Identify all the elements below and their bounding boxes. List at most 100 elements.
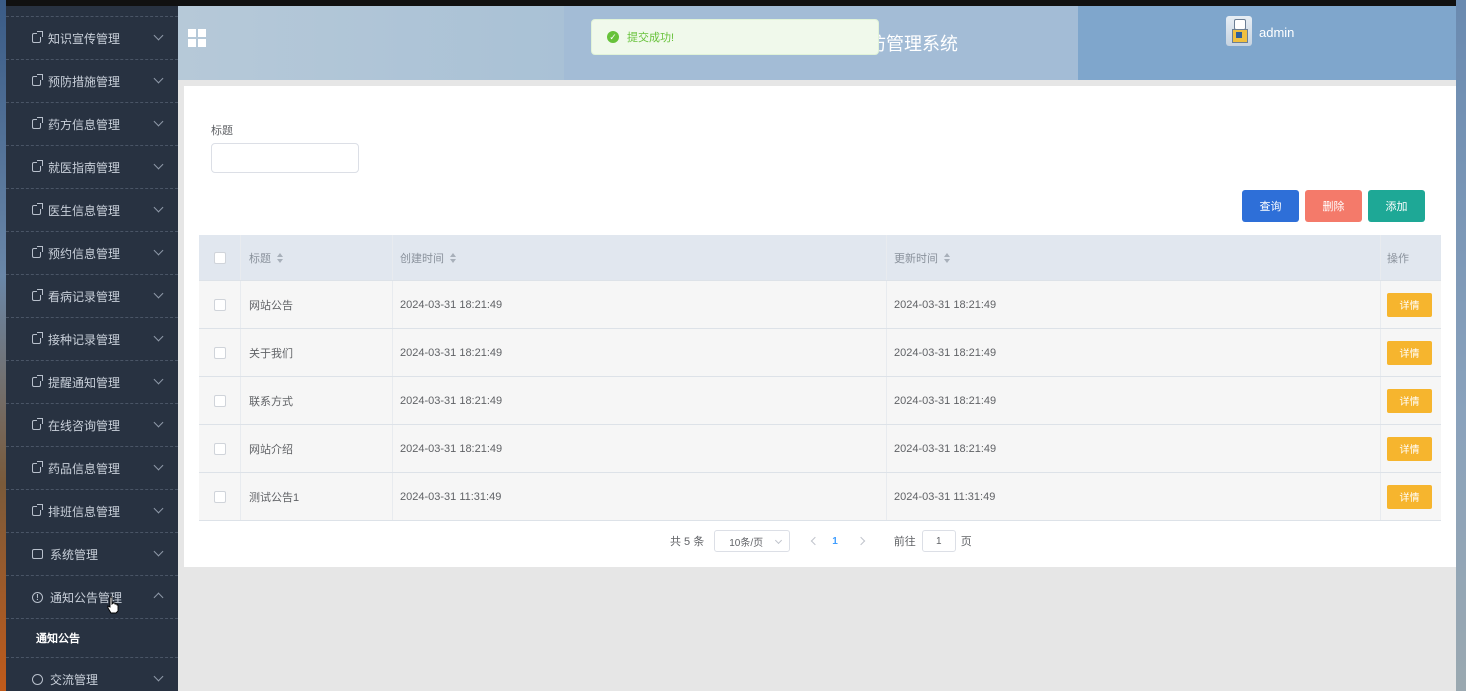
row-created: 2024-03-31 18:21:49	[393, 377, 887, 424]
header-ops: 操作	[1387, 252, 1409, 265]
sidebar-item-10[interactable]: 药品信息管理	[6, 447, 178, 490]
sidebar-item-14[interactable]: 交流管理	[6, 658, 178, 691]
row-checkbox-cell	[199, 473, 241, 520]
row-checkbox-cell	[199, 377, 241, 424]
row-checkbox[interactable]	[213, 442, 226, 455]
sidebar-item-0[interactable]: 知识宣传管理	[6, 16, 178, 60]
sidebar-item-12[interactable]: 系统管理	[6, 533, 178, 576]
sort-icon[interactable]	[277, 252, 284, 263]
header-title[interactable]: 标题	[241, 235, 393, 280]
row-updated: 2024-03-31 18:21:49	[887, 425, 1381, 472]
detail-button[interactable]: 详情	[1387, 484, 1432, 509]
row-checkbox[interactable]	[213, 490, 226, 503]
table-row: 网站介绍 2024-03-31 18:21:49 2024-03-31 18:21:…	[199, 425, 1441, 473]
sidebar-item-label: 看病记录管理	[48, 289, 121, 304]
sidebar-item-7[interactable]: 接种记录管理	[6, 318, 178, 361]
sidebar-item-label: 在线咨询管理	[48, 418, 121, 433]
hand-cursor-icon	[107, 596, 119, 614]
sidebar-item-2[interactable]: 药方信息管理	[6, 103, 178, 146]
sidebar-item-6[interactable]: 看病记录管理	[6, 275, 178, 318]
sort-icon[interactable]	[450, 252, 457, 263]
header-created[interactable]: 创建时间	[393, 235, 887, 280]
row-ops: 详情	[1381, 329, 1441, 376]
row-created: 2024-03-31 18:21:49	[393, 281, 887, 328]
row-title: 联系方式	[241, 377, 393, 424]
add-button[interactable]: 添加	[1368, 190, 1425, 222]
sidebar-item-label: 提醒通知管理	[48, 375, 121, 390]
sidebar-item-1[interactable]: 预防措施管理	[6, 60, 178, 103]
search-title-input[interactable]	[211, 143, 359, 173]
sidebar-item-9[interactable]: 在线咨询管理	[6, 404, 178, 447]
prev-page-icon[interactable]	[810, 537, 818, 545]
row-title: 测试公告1	[241, 473, 393, 520]
chevron-down-icon	[153, 73, 164, 84]
sidebar: 知识宣传管理预防措施管理药方信息管理就医指南管理 医生信息管理 预约信息管理看病记录…	[6, 6, 178, 691]
chevron-down-icon	[153, 546, 164, 557]
row-checkbox[interactable]	[213, 346, 226, 359]
sort-icon[interactable]	[944, 252, 951, 263]
row-updated: 2024-03-31 11:31:49	[887, 473, 1381, 520]
table-body: 网站公告 2024-03-31 18:21:49 2024-03-31 18:21:…	[199, 281, 1441, 521]
sidebar-item-3[interactable]: 就医指南管理	[6, 146, 178, 189]
chevron-down-icon	[153, 288, 164, 299]
chevron-down-icon	[153, 202, 164, 213]
page-size-select[interactable]: 10条/页	[714, 530, 791, 552]
document-icon	[32, 246, 43, 258]
chevron-down-icon	[153, 671, 164, 682]
sidebar-item-5[interactable]: 预约信息管理	[6, 232, 178, 275]
next-page-icon[interactable]	[858, 537, 866, 545]
query-button[interactable]: 查询	[1242, 190, 1299, 222]
sidebar-item-13[interactable]: ! 通知公告管理	[6, 576, 178, 619]
announcement-table: 标题 创建时间 更新时间 操作 网站公告 2024-03-31 18:21:49 2…	[199, 235, 1441, 521]
chevron-down-icon	[153, 503, 164, 514]
document-icon	[32, 203, 43, 215]
username[interactable]: admin	[1259, 25, 1294, 40]
document-icon	[32, 375, 43, 387]
detail-button[interactable]: 详情	[1387, 292, 1432, 317]
menu-toggle-icon[interactable]	[188, 29, 206, 47]
row-checkbox-cell	[199, 281, 241, 328]
page-number-current[interactable]: 1	[832, 536, 838, 547]
chevron-down-icon	[153, 116, 164, 127]
detail-button[interactable]: 详情	[1387, 436, 1432, 461]
header-checkbox-cell	[199, 235, 241, 280]
header-updated[interactable]: 更新时间	[887, 235, 1381, 280]
submenu-item-announcement[interactable]: 通知公告	[6, 619, 178, 658]
chevron-down-icon	[153, 245, 164, 256]
document-icon	[32, 160, 43, 172]
document-icon	[32, 117, 43, 129]
sidebar-item-label: 药品信息管理	[48, 461, 121, 476]
row-checkbox[interactable]	[213, 298, 226, 311]
search-title-label: 标题	[211, 125, 233, 137]
chevron-down-icon	[153, 417, 164, 428]
row-updated: 2024-03-31 18:21:49	[887, 329, 1381, 376]
detail-button[interactable]: 详情	[1387, 388, 1432, 413]
sidebar-item-label: 知识宣传管理	[48, 31, 121, 46]
sidebar-item-label: 接种记录管理	[48, 332, 121, 347]
sidebar-item-8[interactable]: 提醒通知管理	[6, 361, 178, 404]
sidebar-item-label: 药方信息管理	[48, 117, 121, 132]
row-title: 关于我们	[241, 329, 393, 376]
select-all-checkbox[interactable]	[213, 251, 226, 264]
avatar[interactable]	[1226, 16, 1252, 46]
detail-button[interactable]: 详情	[1387, 340, 1432, 365]
header-title-label: 标题	[249, 252, 271, 265]
sidebar-item-4[interactable]: 医生信息管理	[6, 189, 178, 232]
sidebar-item-label: 交流管理	[50, 672, 99, 687]
desktop-background-right	[1456, 0, 1466, 691]
table-row: 网站公告 2024-03-31 18:21:49 2024-03-31 18:21:…	[199, 281, 1441, 329]
row-checkbox-cell	[199, 329, 241, 376]
delete-button[interactable]: 删除	[1305, 190, 1362, 222]
success-check-icon: ✓	[607, 31, 619, 43]
sidebar-item-11[interactable]: 排班信息管理	[6, 490, 178, 533]
goto-page-input[interactable]: 1	[921, 530, 956, 552]
success-toast: ✓ 提交成功!	[591, 19, 879, 55]
row-ops: 详情	[1381, 425, 1441, 472]
row-checkbox[interactable]	[213, 394, 226, 407]
table-row: 联系方式 2024-03-31 18:21:49 2024-03-31 18:21:…	[199, 377, 1441, 425]
chevron-down-icon	[153, 159, 164, 170]
header-created-label: 创建时间	[400, 252, 444, 265]
document-icon	[32, 418, 43, 430]
table-header-row: 标题 创建时间 更新时间 操作	[199, 235, 1441, 281]
sidebar-item-label: 系统管理	[50, 547, 99, 562]
